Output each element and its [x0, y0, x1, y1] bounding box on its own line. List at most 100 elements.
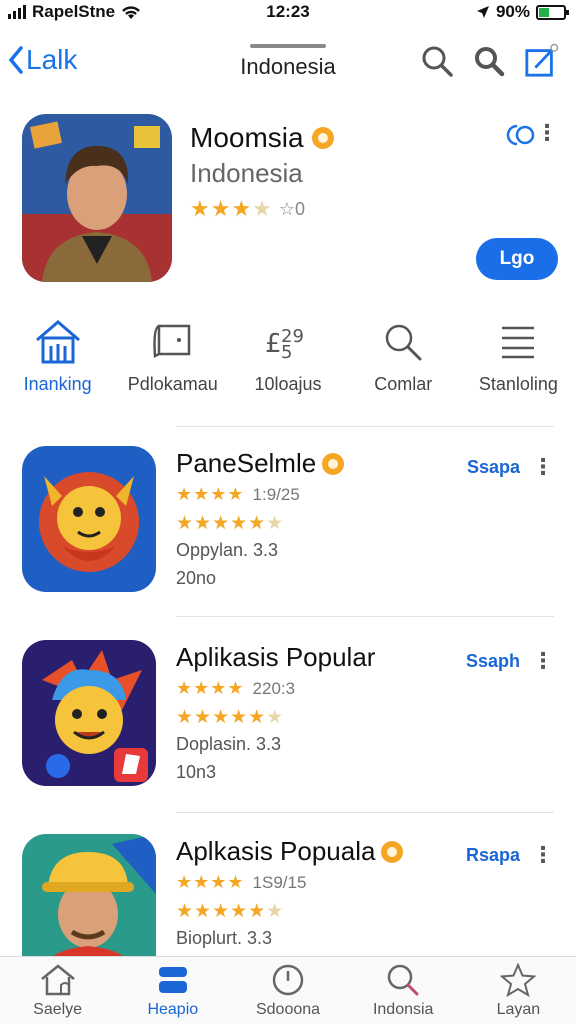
app-icon[interactable]: [22, 834, 156, 956]
search-icon: [475, 47, 505, 77]
share-button[interactable]: [500, 120, 538, 155]
bottom-tab-bar: Saelye Heapio Sdooona Indonsia Layan: [0, 956, 576, 1024]
app-action: Rsapa ⋮: [466, 842, 554, 868]
link-icon: [506, 124, 535, 146]
star-rating-icon: ★★★★★★: [176, 513, 285, 534]
list-item[interactable]: PaneSelmle ★★★★ 1:9/25 ★★★★★★ Oppylan. 3…: [0, 446, 576, 606]
app-action: Ssaph ⋮: [466, 648, 554, 674]
open-button[interactable]: Rsapa: [466, 845, 520, 866]
tab-bar-item-apps[interactable]: Heapio: [115, 957, 230, 1024]
app-info: Oppylan. 3.3: [176, 540, 279, 560]
rating-row: ★★★★ 1:9/25: [176, 484, 300, 505]
tab-third[interactable]: £29 5 10loajus: [230, 316, 345, 416]
tab-bar-item-clock[interactable]: Sdooona: [230, 957, 345, 1024]
tab-bar-label: Indonsia: [372, 1001, 434, 1018]
compose-icon: [525, 43, 558, 77]
search-icon: [387, 964, 419, 996]
app-size: 10n3: [176, 762, 217, 782]
rating-count: 1:9/25: [252, 484, 300, 504]
tab-bar-label: Sdooona: [255, 1001, 321, 1018]
tab-label: Pdlokamau: [127, 374, 218, 394]
verified-badge-icon: [311, 127, 334, 149]
app-info: Bioplurt. 3.3: [176, 928, 273, 948]
tab-label: Inanking: [23, 374, 92, 394]
featured-app-icon[interactable]: [22, 114, 172, 282]
list-icon: [499, 316, 537, 368]
location-icon: [476, 6, 489, 18]
lion-mascot-icon: [22, 446, 156, 592]
star-row: ★★★★★★: [176, 900, 284, 923]
status-bar: RapelStne 12:23 90%: [0, 0, 576, 26]
rating-count: 1S9/15: [252, 872, 307, 892]
tab-bar-item-home[interactable]: Saelye: [0, 957, 115, 1024]
divider: [176, 616, 554, 617]
app-title: Aplkasis Popuala: [176, 836, 376, 866]
star-rating-icon: ★★★★★★: [176, 707, 285, 728]
star-rating-icon: ★★★★: [176, 678, 245, 698]
featured-app[interactable]: Moomsia Indonesia ★★★★ ☆0 ⋮ Lgo: [0, 110, 576, 290]
star-row: ★★★★★★: [176, 706, 284, 729]
rating-row: ★★★★ 1S9/15: [176, 872, 306, 893]
more-options-icon[interactable]: ⋮: [532, 454, 554, 480]
more-options-icon[interactable]: ⋮: [536, 120, 558, 146]
tab-bar-label: Heapio: [147, 1001, 199, 1018]
status-right: 90%: [476, 2, 569, 22]
app-title-row: Aplikasis Popular: [176, 642, 375, 673]
search-icon: [383, 316, 423, 368]
search-button[interactable]: [420, 44, 454, 78]
featured-title-row: Moomsia: [190, 122, 334, 154]
grabber-handle[interactable]: [250, 44, 326, 48]
tab-ranking[interactable]: Inanking: [0, 316, 115, 416]
app-info: Doplasin. 3.3: [176, 734, 282, 754]
battery-icon: [536, 4, 569, 20]
nav-bar: Lalk Indonesia: [0, 30, 576, 94]
book-icon: [151, 316, 195, 368]
app-title: PaneSelmle: [176, 448, 317, 478]
tab-bar-item-search[interactable]: Indonsia: [346, 957, 461, 1024]
app-size: 20no: [176, 568, 217, 588]
list-item[interactable]: Aplkasis Popuala ★★★★ 1S9/15 ★★★★★★ Biop…: [0, 834, 576, 956]
apps-icon: [158, 967, 187, 993]
tab-fourth[interactable]: Comlar: [346, 316, 461, 416]
featured-rating-count: ☆0: [278, 198, 306, 219]
clock-icon: [272, 964, 304, 996]
worker-avatar-icon: [22, 834, 156, 956]
open-button[interactable]: Ssaph: [466, 651, 520, 672]
mascot-face-icon: [22, 640, 156, 786]
compose-button[interactable]: [524, 43, 558, 78]
search-alt-button[interactable]: [472, 44, 506, 78]
star-rating-icon: ★★★★: [176, 872, 245, 892]
svg-text:5: 5: [281, 342, 292, 362]
featured-rating: ★★★★ ☆0: [190, 196, 305, 222]
app-title-row: Aplkasis Popuala: [176, 836, 404, 867]
featured-title: Moomsia: [190, 122, 304, 153]
app-action: Ssapa ⋮: [467, 454, 554, 480]
divider: [176, 426, 554, 427]
featured-subtitle: Indonesia: [190, 158, 303, 188]
get-button[interactable]: Lgo: [476, 238, 558, 280]
app-icon[interactable]: [22, 640, 156, 786]
list-item[interactable]: Aplikasis Popular ★★★★ 220:3 ★★★★★★ Dopl…: [0, 640, 576, 800]
star-rating-icon: ★★★★: [176, 484, 245, 504]
rating-row: ★★★★ 220:3: [176, 678, 295, 699]
star-rating-icon: ★★★★: [190, 196, 273, 221]
home-icon: [33, 316, 83, 368]
tab-label: 10loajus: [254, 374, 322, 394]
open-button[interactable]: Ssapa: [467, 457, 520, 478]
app-icon[interactable]: [22, 446, 156, 592]
battery-percent: 90%: [495, 2, 530, 21]
verified-badge-icon: [322, 452, 345, 475]
svg-text:£: £: [265, 329, 282, 359]
tab-bar-item-favorites[interactable]: Layan: [461, 957, 576, 1024]
nav-actions: [420, 43, 558, 78]
more-options-icon[interactable]: ⋮: [532, 842, 554, 868]
more-options-icon[interactable]: ⋮: [532, 648, 554, 674]
star-row: ★★★★★★: [176, 512, 284, 535]
app-title-row: PaneSelmle: [176, 448, 345, 479]
tab-label: Stanloling: [478, 374, 558, 394]
numbers-icon: £29 5: [263, 316, 313, 368]
tab-second[interactable]: Pdlokamau: [115, 316, 230, 416]
home-icon: [40, 964, 75, 996]
tab-fifth[interactable]: Stanloling: [461, 316, 576, 416]
star-icon: [500, 963, 537, 997]
